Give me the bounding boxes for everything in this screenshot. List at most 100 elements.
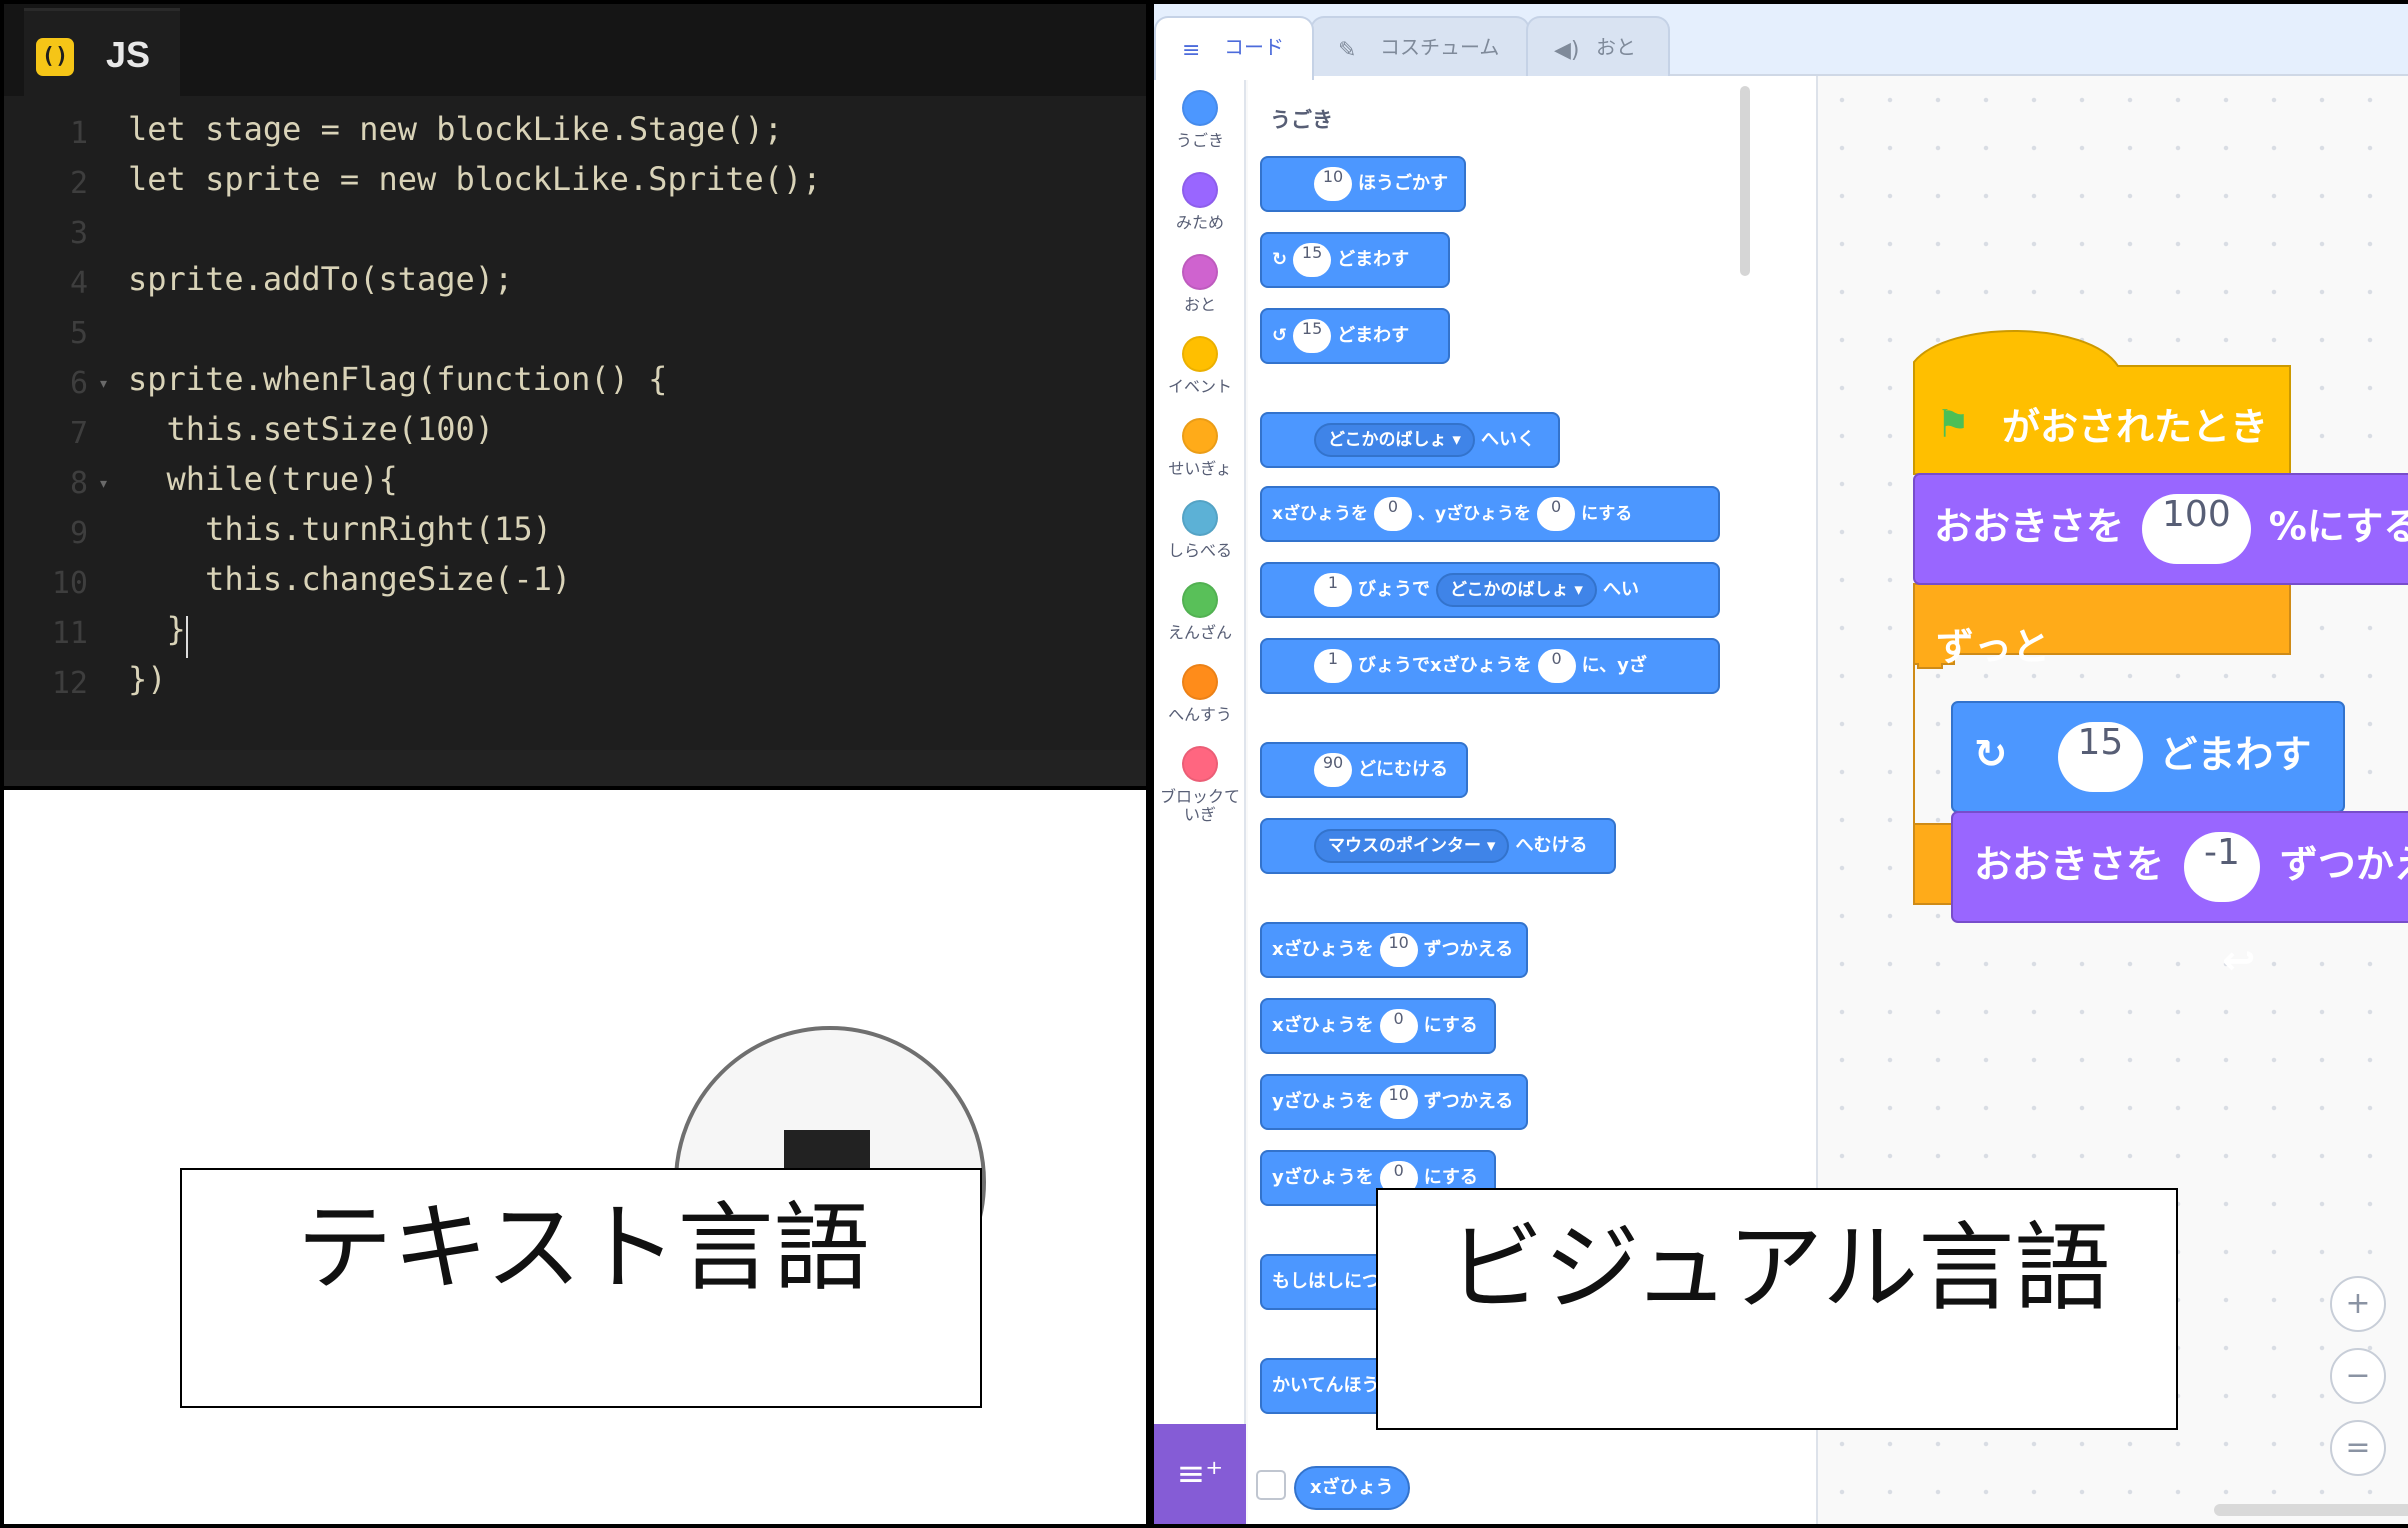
block-input[interactable]: -1 bbox=[2184, 832, 2260, 902]
text-language-caption-box: テキスト言語 bbox=[180, 1168, 982, 1408]
category-looks[interactable]: みため bbox=[1154, 172, 1246, 232]
block-input[interactable]: 0 bbox=[1537, 649, 1576, 683]
code-line[interactable]: sprite.addTo(stage); bbox=[128, 260, 513, 298]
tab-costume[interactable]: ✎ コスチューム bbox=[1310, 16, 1530, 78]
block-input[interactable]: 15 bbox=[1293, 243, 1332, 277]
visual-language-caption: ビジュアル言語 bbox=[1447, 1212, 2111, 1324]
set-x-block[interactable]: xざひょうを 0 にする bbox=[1260, 998, 1496, 1054]
fold-arrow-icon[interactable]: ▾ bbox=[100, 476, 107, 492]
set-size-block[interactable]: おおきさを 100 %にする bbox=[1934, 494, 2408, 564]
js-file-icon: () bbox=[36, 38, 74, 76]
category-dot bbox=[1182, 746, 1218, 782]
category-label: しらべる bbox=[1167, 541, 1232, 560]
turn-right-block[interactable]: ↻ 15 どまわす bbox=[1260, 232, 1450, 288]
block-text: xざひょうを bbox=[1272, 504, 1368, 524]
category-dot bbox=[1182, 664, 1218, 700]
palette-scrollbar[interactable] bbox=[1740, 86, 1750, 276]
line-number: 7 bbox=[69, 416, 88, 451]
change-size-script-block[interactable]: おおきさを -1 ずつかえる bbox=[1974, 832, 2408, 902]
code-line[interactable]: this.changeSize(-1) bbox=[128, 560, 571, 598]
tab-code[interactable]: ≡ コード bbox=[1154, 16, 1314, 80]
code-line[interactable]: }) bbox=[128, 660, 167, 698]
category-dot bbox=[1182, 336, 1218, 372]
workspace-horizontal-scrollbar[interactable] bbox=[2214, 1504, 2408, 1516]
code-line[interactable]: let sprite = new blockLike.Sprite(); bbox=[128, 160, 822, 198]
fold-arrow-icon[interactable]: ▾ bbox=[100, 376, 107, 392]
category-my-blocks[interactable]: ブロックて いぎ bbox=[1154, 746, 1246, 824]
category-control[interactable]: せいぎょ bbox=[1154, 418, 1246, 478]
category-events[interactable]: イベント bbox=[1154, 336, 1246, 396]
block-text: xざひょうを bbox=[1272, 939, 1374, 960]
x-position-checkbox[interactable] bbox=[1256, 1470, 1286, 1500]
zoom-out-button[interactable]: − bbox=[2330, 1348, 2386, 1404]
point-towards-block[interactable]: マウスのポインター ▾ へむける bbox=[1260, 818, 1616, 874]
block-text: どまわす bbox=[1337, 249, 1410, 270]
category-operators[interactable]: えんざん bbox=[1154, 582, 1246, 642]
block-input[interactable]: 90 bbox=[1314, 753, 1352, 787]
block-text: びょうでxざひょうを bbox=[1358, 655, 1532, 676]
category-sound[interactable]: おと bbox=[1154, 254, 1246, 314]
goto-block[interactable]: どこかのばしょ ▾ へいく bbox=[1260, 412, 1560, 468]
block-text: おおきさを bbox=[1934, 504, 2125, 549]
block-text: yざひょうを bbox=[1272, 1091, 1374, 1112]
block-text: にする bbox=[1423, 1015, 1478, 1036]
block-input[interactable]: 10 bbox=[1379, 933, 1418, 967]
block-input[interactable]: 15 bbox=[1293, 319, 1332, 353]
block-text: どにむける bbox=[1358, 759, 1448, 780]
category-motion[interactable]: うごき bbox=[1154, 90, 1246, 150]
category-dot bbox=[1182, 90, 1218, 126]
code-line[interactable]: this.turnRight(15) bbox=[128, 510, 552, 548]
zoom-in-button[interactable]: + bbox=[2330, 1276, 2386, 1332]
code-editor[interactable]: () JS 1 2 3 4 5 6 7 8 9 10 11 12 ▾ ▾ let… bbox=[4, 4, 1146, 786]
block-input[interactable]: 15 bbox=[2057, 722, 2144, 792]
category-label: へんすう bbox=[1168, 705, 1232, 724]
code-line[interactable]: let stage = new blockLike.Stage(); bbox=[128, 110, 783, 148]
palette-heading: うごき bbox=[1270, 108, 1333, 132]
category-sensing[interactable]: しらべる bbox=[1154, 500, 1246, 560]
block-text: ずつかえる bbox=[1423, 1091, 1514, 1112]
block-text: 、yざひょうを bbox=[1417, 504, 1532, 524]
category-dot bbox=[1182, 254, 1218, 290]
line-number: 3 bbox=[69, 216, 88, 251]
point-direction-block[interactable]: 90 どにむける bbox=[1260, 742, 1468, 798]
block-input[interactable]: 0 bbox=[1373, 497, 1412, 531]
block-text: へむける bbox=[1515, 835, 1588, 856]
tab-sound[interactable]: ◀) おと bbox=[1526, 16, 1670, 78]
category-dot bbox=[1182, 172, 1218, 208]
stage-canvas[interactable] bbox=[4, 790, 1146, 1524]
x-position-reporter[interactable]: xざひょう bbox=[1294, 1466, 1410, 1510]
zoom-reset-button[interactable]: = bbox=[2330, 1420, 2386, 1476]
block-input[interactable]: 0 bbox=[1379, 1009, 1418, 1043]
line-number: 10 bbox=[51, 566, 88, 601]
category-label: えんざん bbox=[1167, 623, 1232, 642]
code-line[interactable]: sprite.whenFlag(function() { bbox=[128, 360, 667, 398]
block-dropdown[interactable]: マウスのポインター ▾ bbox=[1314, 829, 1510, 863]
turn-right-script-block[interactable]: ↻ 15 どまわす bbox=[1974, 722, 2311, 792]
move-steps-block[interactable]: 10 ほうごかす bbox=[1260, 156, 1466, 212]
tab-label: コード bbox=[1224, 35, 1284, 59]
block-text: xざひょうを bbox=[1272, 1015, 1374, 1036]
block-input[interactable]: 100 bbox=[2142, 494, 2251, 564]
block-input[interactable]: 10 bbox=[1314, 167, 1352, 201]
glide-xy-block[interactable]: 1 びょうでxざひょうを 0 に、yざ bbox=[1260, 638, 1720, 694]
code-line[interactable]: } bbox=[128, 610, 186, 648]
change-y-block[interactable]: yざひょうを 10 ずつかえる bbox=[1260, 1074, 1528, 1130]
goto-xy-block[interactable]: xざひょうを 0 、yざひょうを 0 にする bbox=[1260, 486, 1720, 542]
block-input[interactable]: 1 bbox=[1314, 573, 1352, 607]
category-label: イベント bbox=[1167, 377, 1232, 396]
category-variables[interactable]: へんすう bbox=[1154, 664, 1246, 724]
block-input[interactable]: 10 bbox=[1379, 1085, 1418, 1119]
glide-block[interactable]: 1 びょうで どこかのばしょ ▾ へい bbox=[1260, 562, 1720, 618]
change-x-block[interactable]: xざひょうを 10 ずつかえる bbox=[1260, 922, 1528, 978]
code-line[interactable]: while(true){ bbox=[128, 460, 398, 498]
block-text: ほうごかす bbox=[1358, 173, 1448, 194]
block-input[interactable]: 1 bbox=[1314, 649, 1352, 683]
code-line[interactable]: this.setSize(100) bbox=[128, 410, 495, 448]
category-dot bbox=[1182, 582, 1218, 618]
block-input[interactable]: 0 bbox=[1537, 497, 1576, 531]
block-dropdown[interactable]: どこかのばしょ ▾ bbox=[1436, 573, 1597, 607]
turn-left-block[interactable]: ↺ 15 どまわす bbox=[1260, 308, 1450, 364]
line-number: 11 bbox=[51, 616, 88, 651]
block-dropdown[interactable]: どこかのばしょ ▾ bbox=[1314, 423, 1475, 457]
add-extension-button[interactable]: ≡⁺ bbox=[1154, 1424, 1246, 1524]
